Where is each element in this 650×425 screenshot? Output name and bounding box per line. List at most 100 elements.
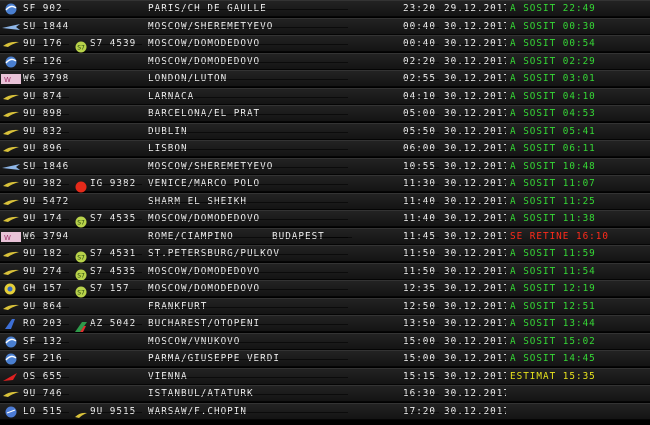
- flight-status: [510, 387, 650, 401]
- airline-logo-icon: [1, 91, 21, 103]
- scheduled-date: 30.12.2017: [444, 143, 506, 154]
- codeshare-flight-number: S7 157: [90, 282, 142, 296]
- flight-status: A SOSIT 06:11: [510, 143, 596, 154]
- destination: LISBON: [148, 142, 348, 156]
- scheduled-time: 11:50: [403, 247, 439, 261]
- scheduled-date: 30.12.2017: [444, 370, 506, 382]
- flight-row: 9U 5472 SHARM EL SHEIKH 11:40 30.12.2017 A S…: [0, 192, 650, 210]
- svg-text:S7: S7: [77, 45, 85, 52]
- flight-row: RO 203 AZ 5042 BUCHAREST/OTOPENI 13:50 30.12…: [0, 315, 650, 333]
- flight-status: A SOSIT 11:07: [510, 178, 596, 189]
- destination: WARSAW/F.CHOPIN: [148, 405, 348, 419]
- scheduled-time: 00:40: [403, 20, 439, 34]
- flight-status: A SOSIT 14:45: [510, 353, 596, 364]
- scheduled-time: 15:00: [403, 335, 439, 349]
- flight-status: A SOSIT 05:41: [510, 125, 596, 137]
- codeshare-flight-number: AZ 5042: [90, 317, 142, 331]
- destination: PARMA/GIUSEPPE VERDI: [148, 352, 348, 366]
- destination: ISTANBUL/ATATURK: [148, 387, 348, 401]
- flight-row: 9U 898 BARCELONA/EL PRAT 05:00 30.12.2017 A …: [0, 105, 650, 123]
- airline-logo-icon: [1, 56, 21, 68]
- scheduled-time: 11:50: [403, 265, 439, 279]
- scheduled-time: 05:00: [403, 107, 439, 121]
- flight-row: 9U 176 S7 S7 4539 MOSCOW/DOMODEDOVO 00:40 30.…: [0, 35, 650, 53]
- flight-number: 9U 174: [23, 212, 69, 226]
- scheduled-date: 30.12.2017: [444, 108, 506, 119]
- airline-logo-icon: [1, 318, 21, 330]
- scheduled-time: 12:50: [403, 300, 439, 314]
- destination: MOSCOW/SHEREMETYEVO: [148, 20, 348, 34]
- codeshare-logo-icon: [74, 178, 88, 193]
- svg-text:S7: S7: [77, 290, 85, 297]
- flight-status: A SOSIT 13:44: [510, 318, 596, 329]
- flight-number: W6 3794: [23, 230, 69, 242]
- scheduled-time: 04:10: [403, 90, 439, 104]
- scheduled-date: 30.12.2017: [444, 90, 506, 102]
- flight-number: 9U 746: [23, 387, 69, 401]
- flight-row: OS 655 VIENNA 15:15 30.12.2017 ESTIMAT 15:35: [0, 367, 650, 385]
- codeshare-flight-number: S7 4539: [90, 37, 142, 51]
- codeshare-logo-icon: [74, 318, 88, 332]
- svg-text:W: W: [4, 76, 11, 84]
- airline-logo-icon: [1, 283, 21, 295]
- codeshare-flight-number: S7 4531: [90, 247, 142, 261]
- scheduled-date: 30.12.2017: [444, 283, 506, 294]
- destination: MOSCOW/DOMODEDOVO: [148, 265, 348, 279]
- destination: SHARM EL SHEIKH: [148, 195, 348, 209]
- flight-status: A SOSIT 04:53: [510, 108, 596, 119]
- scheduled-date: 30.12.2017: [444, 195, 506, 207]
- codeshare-logo-icon: [74, 406, 88, 418]
- codeshare-logo-icon: S7: [74, 283, 88, 298]
- airline-logo-icon: [1, 143, 21, 155]
- destination: MOSCOW/VNUKOVO: [148, 335, 348, 349]
- scheduled-date: 30.12.2017: [444, 73, 506, 84]
- scheduled-date: 30.12.2017: [444, 55, 506, 67]
- flight-row: LO 515 9U 9515 WARSAW/F.CHOPIN 17:20 30.12.2…: [0, 402, 650, 420]
- destination: BARCELONA/EL PRAT: [148, 107, 348, 121]
- scheduled-time: 11:45: [403, 230, 439, 244]
- scheduled-time: 10:55: [403, 160, 439, 174]
- codeshare-logo-icon: S7: [74, 38, 88, 53]
- scheduled-time: 11:40: [403, 195, 439, 209]
- flight-status: A SOSIT 11:59: [510, 248, 596, 259]
- scheduled-date: 30.12.2017: [444, 160, 506, 172]
- flight-status: A SOSIT 04:10: [510, 90, 596, 102]
- codeshare-flight-number: S7 4535: [90, 265, 142, 279]
- flight-status: A SOSIT 00:54: [510, 38, 596, 49]
- flight-row: 9U 182 S7 S7 4531 ST.PETERSBURG/PULKOV 11:50…: [0, 245, 650, 263]
- destination: MOSCOW/DOMODEDOVO: [148, 282, 348, 296]
- flight-status: A SOSIT 11:54: [510, 265, 596, 277]
- flight-number: SF 132: [23, 335, 69, 349]
- airline-logo-icon: [1, 196, 21, 208]
- scheduled-date: 30.12.2017: [444, 318, 506, 329]
- destination: BUCHAREST/OTOPENI: [148, 317, 348, 331]
- flight-status: ESTIMAT 15:35: [510, 370, 596, 382]
- airline-logo-icon: [1, 38, 21, 50]
- via-destination: BUDAPEST: [272, 230, 352, 244]
- flight-row: W W6 3798 LONDON/LUTON 02:55 30.12.2017 A SOS…: [0, 70, 650, 88]
- flight-number: 9U 874: [23, 90, 69, 104]
- flight-number: SF 902: [23, 2, 69, 16]
- flight-number: W6 3798: [23, 73, 69, 84]
- scheduled-date: 29.12.2017: [444, 3, 506, 14]
- airline-logo-icon: W: [1, 73, 21, 85]
- destination: VENICE/MARCO POLO: [148, 177, 348, 191]
- flight-number: SF 216: [23, 352, 69, 366]
- flight-row: 9U 746 ISTANBUL/ATATURK 16:30 30.12.2017: [0, 385, 650, 403]
- destination: MOSCOW/DOMODEDOVO: [148, 212, 348, 226]
- destination: FRANKFURT: [148, 300, 348, 314]
- flight-status: A SOSIT 03:01: [510, 73, 596, 84]
- scheduled-date: 30.12.2017: [444, 353, 506, 364]
- scheduled-date: 30.12.2017: [444, 248, 506, 259]
- flight-status: A SOSIT 02:29: [510, 55, 596, 67]
- airline-logo-icon: [1, 213, 21, 225]
- flight-row: SF 216 PARMA/GIUSEPPE VERDI 15:00 30.12.201…: [0, 350, 650, 368]
- scheduled-time: 15:15: [403, 370, 439, 384]
- codeshare-flight-number: S7 4535: [90, 212, 142, 226]
- scheduled-date: 30.12.2017: [444, 20, 506, 32]
- airline-logo-icon: [1, 21, 21, 33]
- flight-row: SU 1844 MOSCOW/SHEREMETYEVO 00:40 30.12.201…: [0, 17, 650, 35]
- scheduled-time: 23:20: [403, 2, 439, 16]
- flight-number: 9U 382: [23, 177, 69, 191]
- scheduled-time: 15:00: [403, 352, 439, 366]
